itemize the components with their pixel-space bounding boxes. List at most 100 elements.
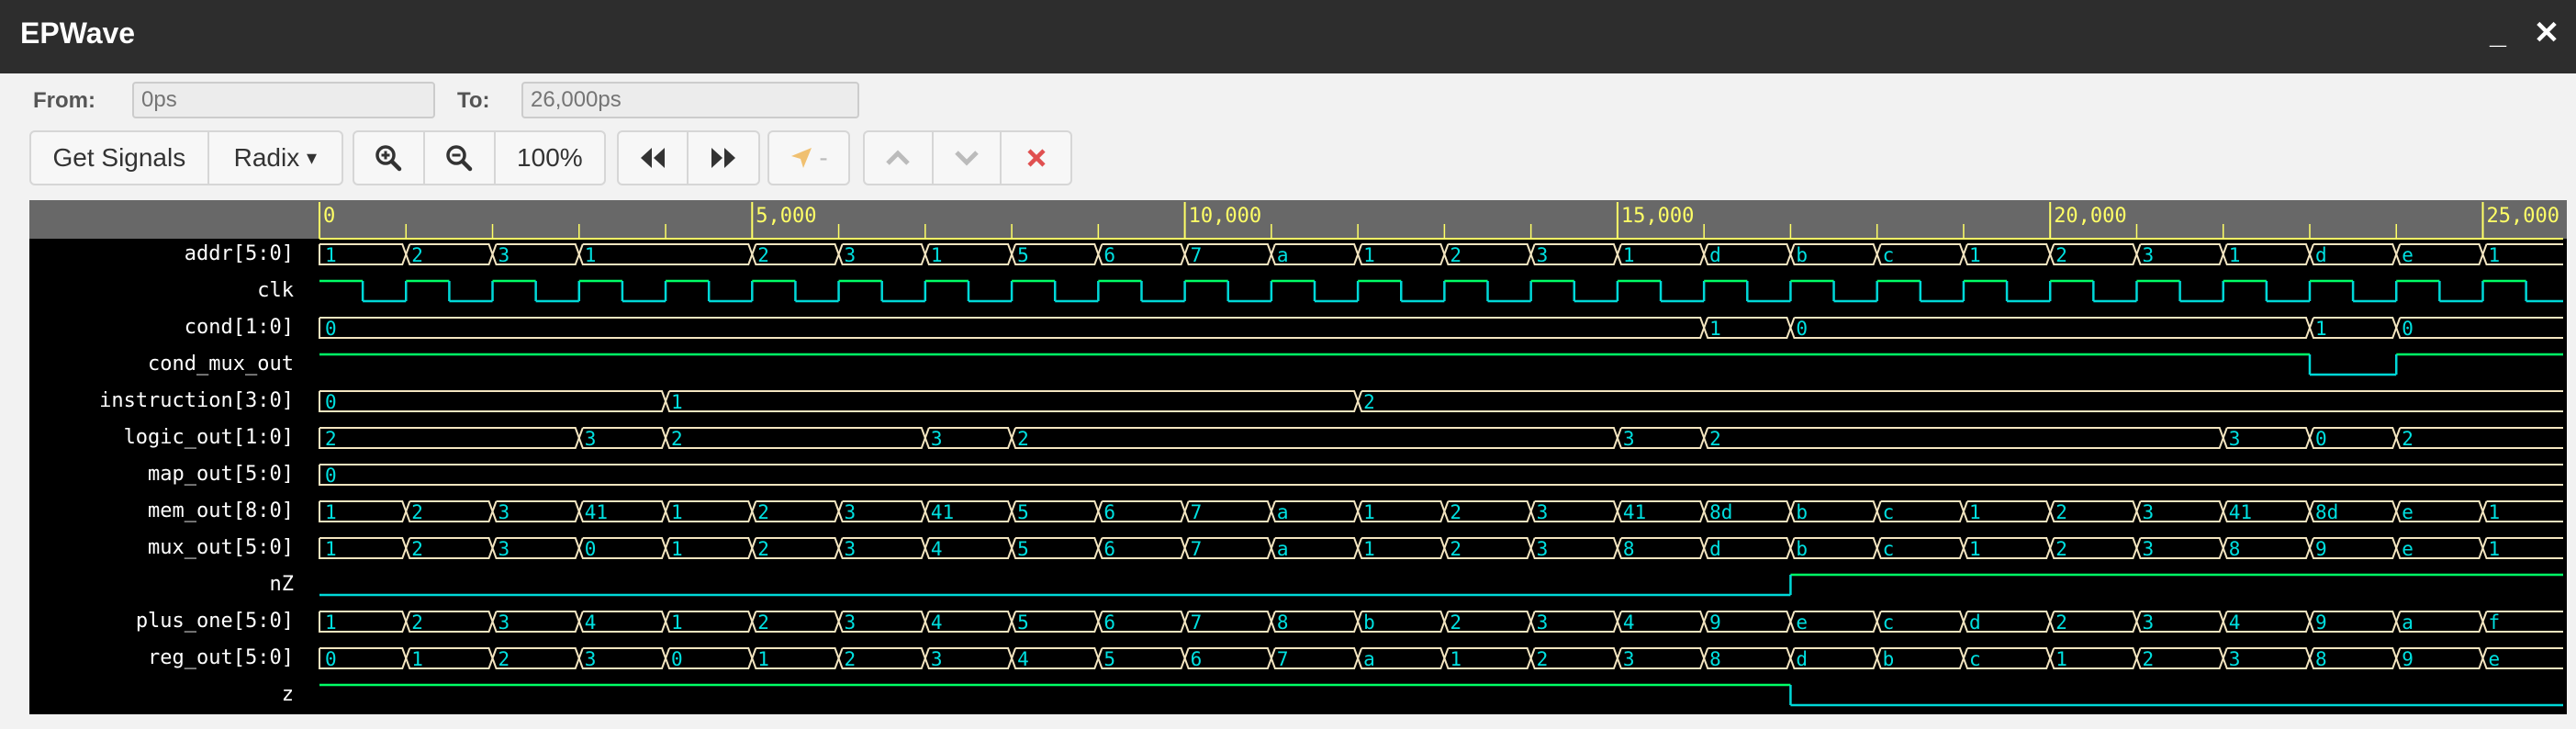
bus-segment: [1011, 427, 1618, 449]
bus-value: 6: [1103, 611, 1115, 634]
bus-value: 1: [931, 244, 943, 266]
bus-value: e: [1796, 611, 1808, 634]
bus-value: 2: [411, 244, 423, 266]
get-signals-button[interactable]: Get Signals: [31, 132, 209, 184]
from-input[interactable]: [132, 82, 435, 118]
zoom-out-button[interactable]: [425, 132, 496, 184]
bus-value: 3: [2142, 244, 2154, 266]
to-input[interactable]: [521, 82, 859, 118]
bus-value: 2: [757, 611, 769, 634]
bus-value: 7: [1191, 611, 1203, 634]
bus-value: 8: [1709, 648, 1721, 670]
bus-value: a: [2402, 611, 2414, 634]
title-bar: EPWave _ ✕: [0, 0, 2576, 73]
bus-segment: [319, 317, 1706, 339]
bus-value: 0: [325, 465, 337, 487]
bus-segment: [1703, 427, 2224, 449]
bus-value: 8d: [1709, 501, 1732, 523]
bus-value: 2: [757, 538, 769, 560]
to-label: To:: [457, 88, 490, 113]
get-signals-label: Get Signals: [52, 143, 186, 172]
bus-value: 3: [498, 611, 510, 634]
next-edge-button[interactable]: [689, 132, 758, 184]
bus-value: d: [2315, 244, 2327, 266]
chevron-up-icon: [886, 150, 911, 165]
bus-value: 1: [671, 611, 683, 634]
previous-edge-button[interactable]: [619, 132, 689, 184]
bus-value: 2: [411, 538, 423, 560]
bus-value: 2: [2055, 538, 2067, 560]
bus-value: 2: [671, 428, 683, 450]
bus-value: b: [1363, 611, 1375, 634]
bus-value: 3: [585, 648, 597, 670]
cursor-arrow-icon: [791, 148, 812, 168]
ruler-tick-label: 0: [323, 205, 335, 228]
bus-value: 2: [2055, 244, 2067, 266]
bus-value: 1: [411, 648, 423, 670]
move-down-button[interactable]: [934, 132, 1002, 184]
bus-value: e: [2402, 501, 2414, 523]
bus-value: 3: [845, 244, 857, 266]
close-button[interactable]: ✕: [2530, 13, 2563, 53]
bus-value: d: [1969, 611, 1981, 634]
bus-segment: [319, 390, 667, 412]
bus-value: 9: [2315, 538, 2327, 560]
bus-value: 1: [1450, 648, 1462, 670]
waveform-canvas[interactable]: 0 5,000 10,000 15,000 20,000 25,000 1 2 3 1 2 3 1 5 6 7…: [29, 200, 2567, 714]
bus-value: 3: [931, 428, 943, 450]
bus-value: 2: [1363, 391, 1375, 413]
bus-value: a: [1277, 244, 1289, 266]
bus-value: 1: [757, 648, 769, 670]
bus-value: 2: [1450, 611, 1462, 634]
zoom-out-icon: [446, 145, 473, 172]
waveform-viewer[interactable]: addr[5:0] clk cond[1:0] cond_mux_out instruc…: [29, 200, 2567, 714]
bus-value: 3: [585, 428, 597, 450]
bus-segment: [2395, 317, 2563, 339]
bus-value: 3: [498, 501, 510, 523]
zoom-in-button[interactable]: [354, 132, 425, 184]
bus-value: 2: [498, 648, 510, 670]
remove-signal-button[interactable]: [1002, 132, 1070, 184]
bus-value: 1: [1623, 244, 1635, 266]
cursor-button[interactable]: -: [769, 132, 848, 184]
bus-value: 1: [1969, 501, 1981, 523]
bus-value: 0: [1796, 318, 1808, 340]
bus-value: 3: [845, 611, 857, 634]
bus-value: 1: [2489, 538, 2501, 560]
bus-value: 2: [1537, 648, 1549, 670]
epwave-window: EPWave _ ✕ From: To: Get Signals Radix ▾…: [0, 0, 2576, 729]
bus-value: 1: [325, 611, 337, 634]
minimize-button[interactable]: _: [2482, 13, 2514, 53]
bus-value: 1: [671, 391, 683, 413]
bus-value: 41: [931, 501, 954, 523]
bus-value: f: [2489, 611, 2501, 634]
bus-value: 1: [1363, 501, 1375, 523]
ruler-tick-label: 15,000: [1621, 205, 1694, 228]
bus-segment: [319, 427, 580, 449]
zoom-level: 100%: [517, 143, 583, 172]
signals-group: Get Signals Radix ▾: [29, 130, 343, 185]
caret-down-icon: ▾: [307, 146, 318, 169]
bus-value: 0: [325, 391, 337, 413]
bus-value: 41: [2229, 501, 2252, 523]
bus-value: 2: [1450, 244, 1462, 266]
bus-value: 8: [2229, 538, 2241, 560]
bus-value: 9: [2315, 611, 2327, 634]
bus-value: 3: [1623, 428, 1635, 450]
bus-value: 8: [1623, 538, 1635, 560]
bus-value: 5: [1017, 538, 1029, 560]
bus-segment: [2395, 427, 2563, 449]
bus-value: 4: [1017, 648, 1029, 670]
bus-value: b: [1883, 648, 1895, 670]
radix-dropdown[interactable]: Radix ▾: [209, 132, 342, 184]
bus-value: c: [1883, 538, 1895, 560]
bus-value: c: [1883, 244, 1895, 266]
bus-value: 2: [1450, 538, 1462, 560]
from-label: From:: [33, 88, 95, 113]
move-up-button[interactable]: [865, 132, 934, 184]
bus-value: 3: [2142, 611, 2154, 634]
bus-value: 7: [1191, 538, 1203, 560]
bus-segment: [1789, 317, 2312, 339]
bus-value: 9: [2402, 648, 2414, 670]
zoom-level-button[interactable]: 100%: [496, 132, 604, 184]
